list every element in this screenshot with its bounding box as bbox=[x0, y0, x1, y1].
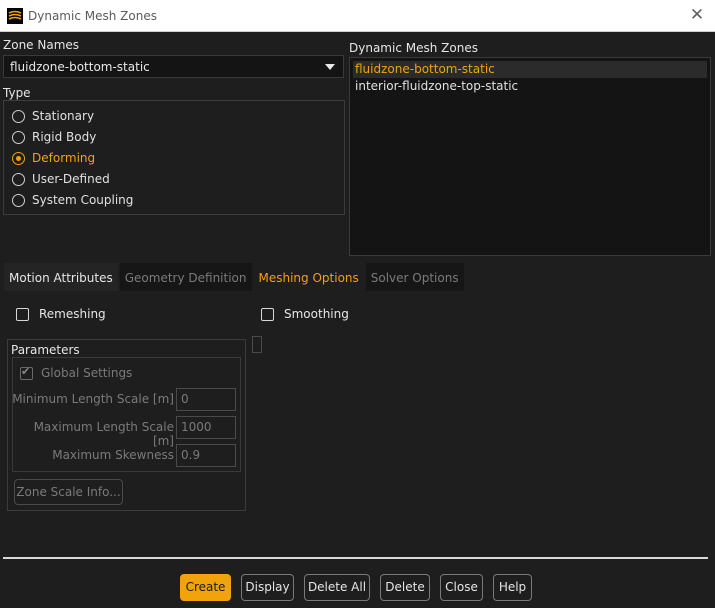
tab-motion-attributes[interactable]: Motion Attributes bbox=[3, 262, 119, 292]
tab-meshing-options[interactable]: Meshing Options bbox=[252, 262, 365, 292]
radio-button-selected[interactable] bbox=[12, 151, 25, 165]
tab-geometry-definition[interactable]: Geometry Definition bbox=[118, 262, 253, 292]
max-length-scale-label: Maximum Length Scale [m] bbox=[33, 420, 174, 448]
zone-names-label: Zone Names bbox=[3, 38, 80, 52]
zone-names-dropdown[interactable]: fluidzone-bottom-static bbox=[3, 55, 344, 78]
delete-all-button[interactable]: Delete All bbox=[304, 574, 370, 601]
min-length-scale-label: Minimum Length Scale [m] bbox=[12, 392, 174, 406]
help-button[interactable]: Help bbox=[493, 574, 532, 601]
chevron-down-icon bbox=[325, 64, 335, 70]
global-settings-checkbox[interactable]: ✔ bbox=[20, 364, 33, 380]
option-tabs: Motion Attributes Geometry Definition Me… bbox=[3, 262, 465, 292]
max-length-scale-input[interactable]: 1000 bbox=[176, 416, 236, 439]
radio-label: User-Defined bbox=[32, 172, 110, 186]
max-skewness-label: Maximum Skewness bbox=[52, 448, 174, 462]
create-button[interactable]: Create bbox=[180, 574, 231, 601]
radio-label: Stationary bbox=[32, 109, 95, 123]
remeshing-checkbox-row[interactable]: Remeshing bbox=[16, 305, 106, 323]
radio-label: Deforming bbox=[32, 151, 96, 165]
radio-button[interactable] bbox=[12, 109, 25, 123]
dynamic-mesh-zones-label: Dynamic Mesh Zones bbox=[349, 41, 478, 55]
remeshing-label: Remeshing bbox=[39, 307, 106, 321]
list-item[interactable]: interior-fluidzone-top-static bbox=[353, 78, 707, 95]
collapsed-panel-handle bbox=[252, 336, 262, 353]
checkmark-icon: ✔ bbox=[21, 364, 31, 378]
separator bbox=[3, 557, 708, 559]
radio-label: System Coupling bbox=[32, 193, 134, 207]
smoothing-checkbox[interactable] bbox=[261, 307, 274, 321]
radio-stationary[interactable]: Stationary bbox=[12, 107, 94, 125]
fluent-app-icon bbox=[7, 8, 23, 24]
smoothing-checkbox-row[interactable]: Smoothing bbox=[261, 305, 349, 323]
zone-names-selected-value: fluidzone-bottom-static bbox=[10, 60, 150, 74]
remeshing-checkbox[interactable] bbox=[16, 307, 29, 321]
tab-solver-options[interactable]: Solver Options bbox=[364, 262, 465, 292]
global-settings-checkbox-row[interactable]: ✔ Global Settings bbox=[20, 364, 132, 382]
type-label: Type bbox=[3, 86, 31, 100]
display-button[interactable]: Display bbox=[241, 574, 294, 601]
radio-button[interactable] bbox=[12, 130, 25, 144]
radio-system-coupling[interactable]: System Coupling bbox=[12, 191, 133, 209]
smoothing-label: Smoothing bbox=[284, 307, 349, 321]
radio-rigid-body[interactable]: Rigid Body bbox=[12, 128, 96, 146]
global-settings-label: Global Settings bbox=[41, 366, 133, 380]
close-icon[interactable]: ✕ bbox=[687, 5, 707, 25]
min-length-scale-input[interactable]: 0 bbox=[176, 388, 236, 411]
max-skewness-input[interactable]: 0.9 bbox=[176, 444, 236, 467]
zone-scale-info-button[interactable]: Zone Scale Info... bbox=[14, 479, 123, 505]
title-bar: Dynamic Mesh Zones ✕ bbox=[0, 0, 715, 32]
radio-button[interactable] bbox=[12, 172, 25, 186]
radio-label: Rigid Body bbox=[32, 130, 97, 144]
close-button[interactable]: Close bbox=[440, 574, 483, 601]
radio-user-defined[interactable]: User-Defined bbox=[12, 170, 110, 188]
list-item-selected[interactable]: fluidzone-bottom-static bbox=[353, 61, 707, 78]
delete-button[interactable]: Delete bbox=[380, 574, 430, 601]
parameters-title: Parameters bbox=[11, 343, 80, 357]
radio-button[interactable] bbox=[12, 193, 25, 207]
dynamic-mesh-zones-list[interactable]: fluidzone-bottom-static interior-fluidzo… bbox=[349, 57, 711, 256]
window-title: Dynamic Mesh Zones bbox=[28, 9, 157, 23]
radio-deforming[interactable]: Deforming bbox=[12, 149, 95, 167]
type-group: Stationary Rigid Body Deforming User-Def… bbox=[3, 100, 345, 215]
